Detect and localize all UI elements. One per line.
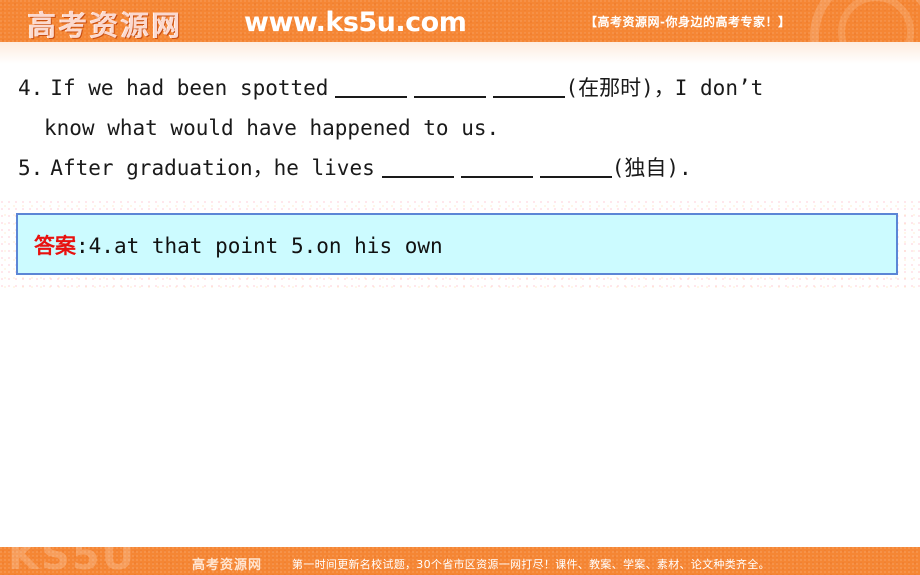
answer-blank-4-1[interactable] [335,76,408,98]
exercise-4-number: 4. [18,76,44,100]
exercise-4-text-after: I don’t [674,76,764,100]
answer-blank-4-2[interactable] [414,76,487,98]
site-footer-banner: KS5U 高考资源网 第一时间更新名校试题，30个省市区资源一网打尽！课件、教案… [0,547,920,575]
exercise-5-text-before: After graduation，he lives [50,156,375,180]
answer-blank-4-3[interactable] [493,76,566,98]
site-tagline: 【高考资源网-你身边的高考专家！】 [585,15,791,29]
exercise-item-5-line-1: 5. After graduation，he lives (独自). [18,148,692,188]
site-url-text: www.ks5u.com [244,7,467,38]
answer-text-row: 答案:4.at that point 5.on his own [34,230,443,260]
answer-body: 4.at that point 5.on his own [88,234,443,258]
site-logo-chinese: 高考资源网 [28,9,184,42]
exercise-item-4-line-1: 4. If we had been spotted (在那时)，I don’t [18,68,763,108]
answer-blank-5-1[interactable] [381,156,454,178]
exercise-5-number: 5. [18,156,44,180]
answer-box: 答案:4.at that point 5.on his own [16,213,898,275]
header-swirl-decoration-inner [838,0,914,42]
exercise-4-hint: (在那时)， [565,76,675,100]
answer-label: 答案 [34,233,76,258]
answer-separator: : [76,234,89,258]
answer-blank-5-3[interactable] [539,156,612,178]
footer-note: 第一时间更新名校试题，30个省市区资源一网打尽！课件、教案、学案、素材、论文种类… [292,558,770,571]
answer-blank-5-2[interactable] [460,156,533,178]
exercise-item-4-line-2: know what would have happened to us. [44,116,500,140]
footer-watermark: KS5U [8,547,137,575]
header-fade-band [0,42,920,64]
header-swirl-decoration [810,0,920,42]
exercise-5-hint: (独自). [611,156,692,180]
exercise-4-text-before: If we had been spotted [50,76,329,100]
site-header-banner: 高考资源网 www.ks5u.com 【高考资源网-你身边的高考专家！】 [0,0,920,42]
footer-brand: 高考资源网 [192,558,263,573]
